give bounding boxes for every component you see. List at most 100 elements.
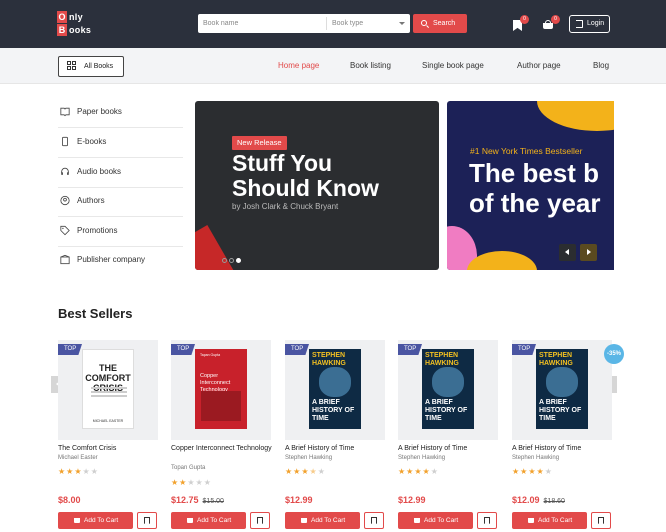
- book-cover: Tapan Gupta Copper Interconnect Technolo…: [195, 349, 247, 429]
- nav-author-page[interactable]: Author page: [517, 61, 561, 70]
- sidebar-item-audio-books[interactable]: Audio books: [58, 158, 183, 188]
- main-navbar: All Books: [0, 48, 666, 84]
- nav-home-page[interactable]: Home page: [278, 61, 319, 70]
- book-cover: STEPHEN HAWKING A BRIEF HISTORY OF TIME: [536, 349, 588, 429]
- headphones-icon: [61, 167, 69, 175]
- sidebar-item-e-books[interactable]: E-books: [58, 128, 183, 158]
- bookmark-icon: [257, 517, 263, 524]
- add-to-wishlist-button[interactable]: [250, 512, 270, 529]
- rating-stars: ★★★★★: [285, 467, 326, 476]
- slider-dot[interactable]: [229, 258, 234, 263]
- search-button[interactable]: Search: [413, 14, 467, 33]
- search-button-label: Search: [433, 20, 456, 27]
- tag-icon: [60, 225, 70, 236]
- book-type-select[interactable]: Book type: [327, 14, 410, 33]
- nav-book-listing[interactable]: Book listing: [350, 61, 391, 70]
- add-to-cart-button[interactable]: Add To Cart: [58, 512, 133, 529]
- hero-title: Stuff You Should Know: [232, 151, 432, 201]
- add-to-cart-button[interactable]: Add To Cart: [285, 512, 360, 529]
- nav-single-book-page[interactable]: Single book page: [422, 61, 484, 70]
- product-author: Stephen Hawking: [398, 455, 446, 461]
- book-cover-frame[interactable]: TOP STEPHEN HAWKING A BRIEF HISTORY OF T…: [398, 340, 498, 440]
- hero-title-line-1: The best b: [469, 158, 600, 188]
- product-title[interactable]: The Comfort Crisis: [58, 444, 163, 454]
- top-badge: TOP: [58, 344, 82, 355]
- search-bar: Book type: [198, 14, 410, 33]
- book-open-icon: [60, 107, 70, 117]
- sidebar-item-paper-books[interactable]: Paper books: [58, 98, 183, 128]
- book-cover-frame[interactable]: TOP -35% STEPHEN HAWKING A BRIEF HISTORY…: [512, 340, 624, 440]
- add-to-wishlist-button[interactable]: [591, 512, 611, 529]
- add-to-cart-label: Add To Cart: [311, 517, 346, 524]
- sidebar-item-label: E-books: [77, 137, 107, 146]
- building-icon: [60, 254, 70, 265]
- cover-title: A BRIEF HISTORY OF TIME: [425, 399, 468, 422]
- add-to-cart-label: Add To Cart: [84, 517, 119, 524]
- cover-author: Tapan Gupta: [200, 353, 221, 357]
- product-price: $12.99: [398, 495, 426, 505]
- hero-banner-1[interactable]: New Release Stuff You Should Know by Jos…: [195, 101, 439, 270]
- current-price: $12.99: [398, 495, 426, 505]
- hero-title-line-2: of the year: [469, 188, 601, 218]
- current-price: $12.99: [285, 495, 313, 505]
- book-name-input[interactable]: [198, 14, 326, 33]
- grid-icon: [67, 61, 77, 71]
- login-button[interactable]: Login: [569, 15, 610, 33]
- book-cover: STEPHEN HAWKING A BRIEF HISTORY OF TIME: [309, 349, 361, 429]
- book-cover: STEPHEN HAWKING A BRIEF HISTORY OF TIME: [422, 349, 474, 429]
- slider-dot[interactable]: [222, 258, 227, 263]
- hero-banner-2[interactable]: #1 New York Times Bestseller The best b …: [447, 101, 614, 270]
- wishlist-count-badge: 0: [520, 15, 529, 24]
- product-title[interactable]: A Brief History of Time: [512, 444, 617, 454]
- product-title[interactable]: Copper Interconnect Technology: [171, 444, 276, 454]
- bookmark-icon: [484, 517, 490, 524]
- all-books-button[interactable]: All Books: [58, 56, 124, 77]
- add-to-cart-button[interactable]: Add To Cart: [171, 512, 246, 529]
- logo-letter-b: B: [57, 24, 67, 36]
- cover-image: [201, 391, 241, 421]
- cover-image: [319, 367, 351, 397]
- chevron-down-icon: [399, 22, 405, 25]
- hero-subtitle: by Josh Clark & Chuck Bryant: [232, 202, 339, 211]
- product-title[interactable]: A Brief History of Time: [398, 444, 503, 454]
- book-cover-frame[interactable]: TOP THE COMFORT CRISIS MICHAEL EASTER: [58, 340, 158, 440]
- sidebar-item-promotions[interactable]: Promotions: [58, 217, 183, 247]
- hero-decoration: [467, 251, 537, 270]
- cart-icon: [301, 518, 307, 523]
- add-to-wishlist-button[interactable]: [364, 512, 384, 529]
- tablet-icon: [62, 136, 68, 147]
- sidebar-item-authors[interactable]: Authors: [58, 187, 183, 217]
- top-header: O nly B ooks Book type Search 0 0 Login: [0, 0, 666, 48]
- sidebar-item-label: Audio books: [77, 167, 122, 176]
- hero-decoration: [537, 101, 614, 131]
- cover-author: STEPHEN HAWKING: [539, 352, 573, 367]
- bookmark-icon: [371, 517, 377, 524]
- cart-icon-basket: [543, 23, 553, 29]
- cart-icon: [528, 518, 534, 523]
- book-cover-frame[interactable]: TOP STEPHEN HAWKING A BRIEF HISTORY OF T…: [285, 340, 385, 440]
- site-logo[interactable]: O nly B ooks: [57, 10, 97, 37]
- product-price: $12.75 $15.00: [171, 495, 224, 505]
- hero-prev-arrow[interactable]: [559, 244, 576, 261]
- logo-text-1: nly: [69, 12, 83, 22]
- current-price: $12.75: [171, 495, 199, 505]
- slider-dot-active[interactable]: [236, 258, 241, 263]
- sidebar-item-publisher-company[interactable]: Publisher company: [58, 246, 183, 276]
- nav-blog[interactable]: Blog: [593, 61, 609, 70]
- add-to-cart-button[interactable]: Add To Cart: [398, 512, 473, 529]
- best-sellers-title: Best Sellers: [58, 306, 133, 321]
- book-cover: THE COMFORT CRISIS MICHAEL EASTER: [82, 349, 134, 429]
- product-title[interactable]: A Brief History of Time: [285, 444, 390, 454]
- book-cover-frame[interactable]: TOP Tapan Gupta Copper Interconnect Tech…: [171, 340, 271, 440]
- add-to-wishlist-button[interactable]: [137, 512, 157, 529]
- product-author: Stephen Hawking: [285, 455, 333, 461]
- hero-next-arrow[interactable]: [580, 244, 597, 261]
- rating-stars: ★★★★★: [171, 478, 212, 487]
- cover-title: A BRIEF HISTORY OF TIME: [312, 399, 355, 422]
- product-author: Stephen Hawking: [512, 455, 560, 461]
- cover-image: [432, 367, 464, 397]
- add-to-cart-button[interactable]: Add To Cart: [512, 512, 587, 529]
- add-to-cart-label: Add To Cart: [424, 517, 459, 524]
- cart-count-badge: 0: [551, 15, 560, 24]
- add-to-wishlist-button[interactable]: [477, 512, 497, 529]
